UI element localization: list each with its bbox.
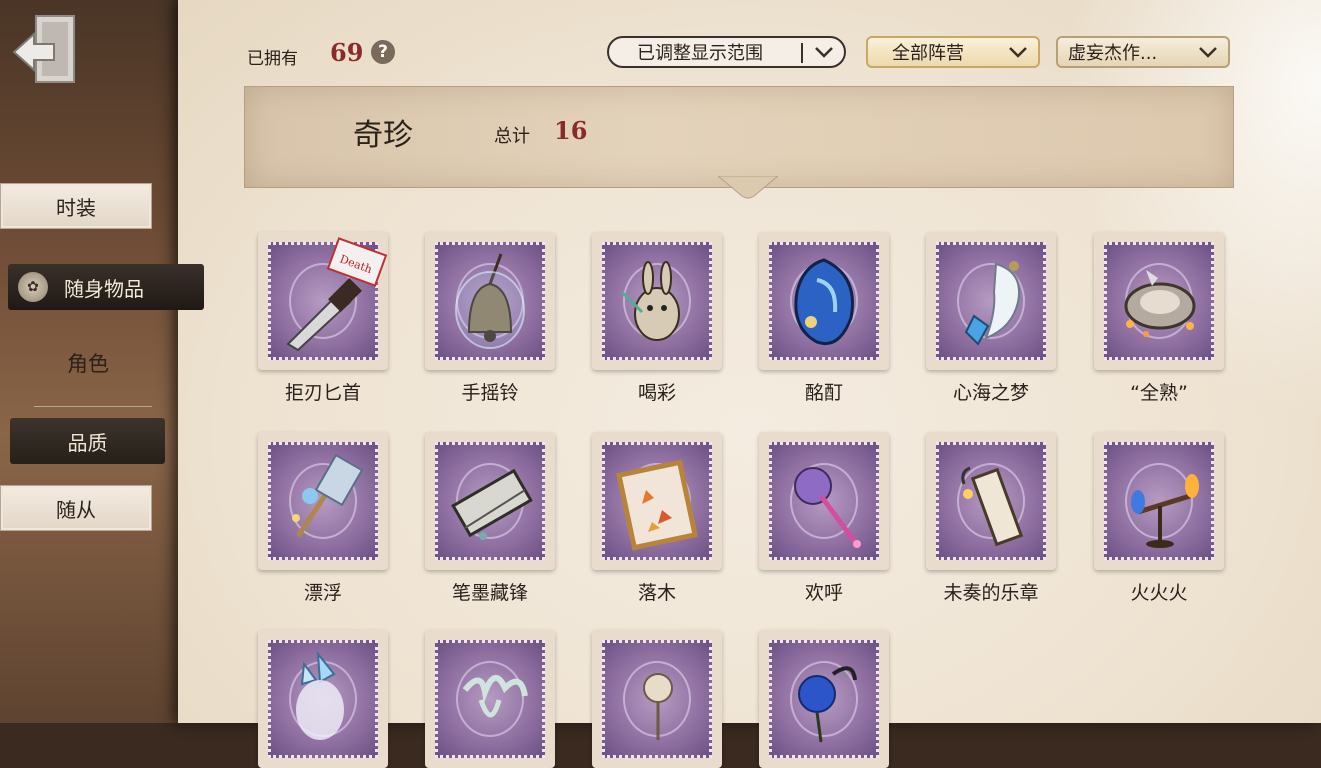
category-title: 奇珍 bbox=[353, 118, 413, 153]
collection-item[interactable]: 火火火 bbox=[1089, 432, 1229, 605]
item-name: 拒刃匕首 bbox=[284, 382, 361, 404]
sidebar-item-character[interactable]: 角色 bbox=[40, 348, 136, 378]
help-icon[interactable]: ? bbox=[371, 40, 395, 64]
item-stamp-frame: Death bbox=[258, 232, 388, 370]
item-stamp-frame bbox=[592, 432, 722, 570]
item-name: 落木 bbox=[637, 582, 676, 604]
item-name: 未奏的乐章 bbox=[943, 582, 1039, 604]
accessory-badge-icon: ✿ bbox=[18, 272, 48, 302]
sidebar-item-follower[interactable]: 随从 bbox=[0, 485, 152, 531]
item-stamp-frame bbox=[759, 432, 889, 570]
bell-icon bbox=[455, 253, 525, 349]
blue-rose-icon bbox=[798, 666, 857, 743]
collection-item[interactable]: 漂浮 bbox=[253, 432, 393, 605]
item-stamp-frame bbox=[425, 432, 555, 570]
dropdown-label: 已调整显示范围 bbox=[637, 43, 763, 64]
chevron-down-icon bbox=[1009, 47, 1027, 58]
scroll-icon bbox=[451, 468, 533, 540]
collection-item[interactable] bbox=[253, 630, 393, 768]
item-name: 手摇铃 bbox=[461, 382, 519, 404]
ice-flower-icon bbox=[296, 650, 344, 740]
sidebar-item-quality[interactable]: 品质 bbox=[10, 418, 165, 464]
leaf-frame-icon bbox=[616, 459, 698, 551]
sidebar-item-label: 随身物品 bbox=[64, 276, 144, 301]
blue-gem-icon bbox=[794, 258, 854, 345]
item-name: “全熟” bbox=[1130, 382, 1188, 404]
crystal-pendant-icon bbox=[964, 261, 1020, 346]
lantern-staff-icon bbox=[292, 453, 364, 538]
rabbit-toy-icon bbox=[620, 261, 680, 341]
chevron-down-icon bbox=[1199, 47, 1217, 58]
collection-item[interactable]: 落木 bbox=[587, 432, 727, 605]
pom-pom-icon bbox=[794, 467, 861, 548]
sidebar-divider bbox=[34, 406, 152, 407]
total-count: 16 bbox=[554, 116, 588, 145]
item-stamp-frame bbox=[759, 630, 889, 768]
item-stamp-frame bbox=[1094, 432, 1224, 570]
item-name: 酩酊 bbox=[804, 382, 843, 404]
item-stamp-frame bbox=[592, 630, 722, 768]
item-stamp-frame bbox=[258, 432, 388, 570]
collection-item[interactable]: 心海之梦 bbox=[921, 232, 1061, 405]
collection-item[interactable]: “全熟” bbox=[1089, 232, 1229, 405]
item-name: 心海之梦 bbox=[952, 382, 1029, 404]
item-name: 火火火 bbox=[1130, 582, 1188, 604]
item-stamp-frame bbox=[258, 630, 388, 768]
collection-item[interactable]: 未奏的乐章 bbox=[921, 432, 1061, 605]
sidebar-item-label: 时装 bbox=[56, 195, 96, 220]
range-filter-dropdown[interactable]: 已调整显示范围 bbox=[607, 36, 846, 68]
series-filter-dropdown[interactable]: 虚妄杰作... bbox=[1056, 36, 1230, 68]
collection-item[interactable]: Death 拒刃匕首 bbox=[253, 232, 393, 405]
sidebar-item-accessories[interactable]: ✿ 随身物品 bbox=[8, 264, 204, 310]
collection-item[interactable]: 喝彩 bbox=[587, 232, 727, 405]
item-name: 笔墨藏锋 bbox=[451, 582, 528, 604]
sidebar-item-label: 随从 bbox=[56, 497, 96, 522]
owned-count: 69 bbox=[330, 38, 364, 67]
item-name: 喝彩 bbox=[637, 382, 676, 404]
dropdown-label: 虚妄杰作... bbox=[1068, 43, 1158, 64]
faction-filter-dropdown[interactable]: 全部阵营 bbox=[866, 36, 1040, 68]
collection-item[interactable]: 欢呼 bbox=[754, 432, 894, 605]
collection-item[interactable] bbox=[420, 630, 560, 768]
dagger-icon: Death bbox=[286, 237, 388, 352]
pan-icon bbox=[1124, 270, 1196, 337]
dropdown-separator bbox=[801, 43, 803, 63]
item-stamp-frame bbox=[425, 232, 555, 370]
item-stamp-frame bbox=[926, 432, 1056, 570]
collection-item[interactable]: 酩酊 bbox=[754, 232, 894, 405]
collection-item[interactable]: 笔墨藏锋 bbox=[420, 432, 560, 605]
sidebar-item-outfit[interactable]: 时装 bbox=[0, 183, 152, 229]
collection-item[interactable] bbox=[754, 630, 894, 768]
music-roll-icon bbox=[961, 466, 1024, 547]
item-stamp-frame bbox=[759, 232, 889, 370]
item-stamp-frame bbox=[425, 630, 555, 768]
collection-item[interactable] bbox=[587, 630, 727, 768]
item-name: 漂浮 bbox=[303, 582, 342, 604]
sidebar-item-label: 品质 bbox=[67, 430, 108, 455]
back-button[interactable] bbox=[10, 12, 80, 86]
item-stamp-frame bbox=[592, 232, 722, 370]
chevron-down-icon bbox=[815, 47, 833, 58]
item-stamp-frame bbox=[926, 232, 1056, 370]
owned-label: 已拥有 bbox=[247, 49, 298, 69]
collection-item[interactable]: 手摇铃 bbox=[420, 232, 560, 405]
item-name: 欢呼 bbox=[804, 582, 843, 604]
banner-notch bbox=[718, 176, 778, 199]
antler-icon bbox=[462, 675, 528, 718]
trinket-icon bbox=[643, 673, 673, 740]
exit-icon bbox=[12, 15, 75, 83]
dropdown-label: 全部阵营 bbox=[892, 43, 964, 64]
torch-icon bbox=[1131, 474, 1199, 548]
item-stamp-frame bbox=[1094, 232, 1224, 370]
total-label: 总计 bbox=[494, 126, 530, 147]
